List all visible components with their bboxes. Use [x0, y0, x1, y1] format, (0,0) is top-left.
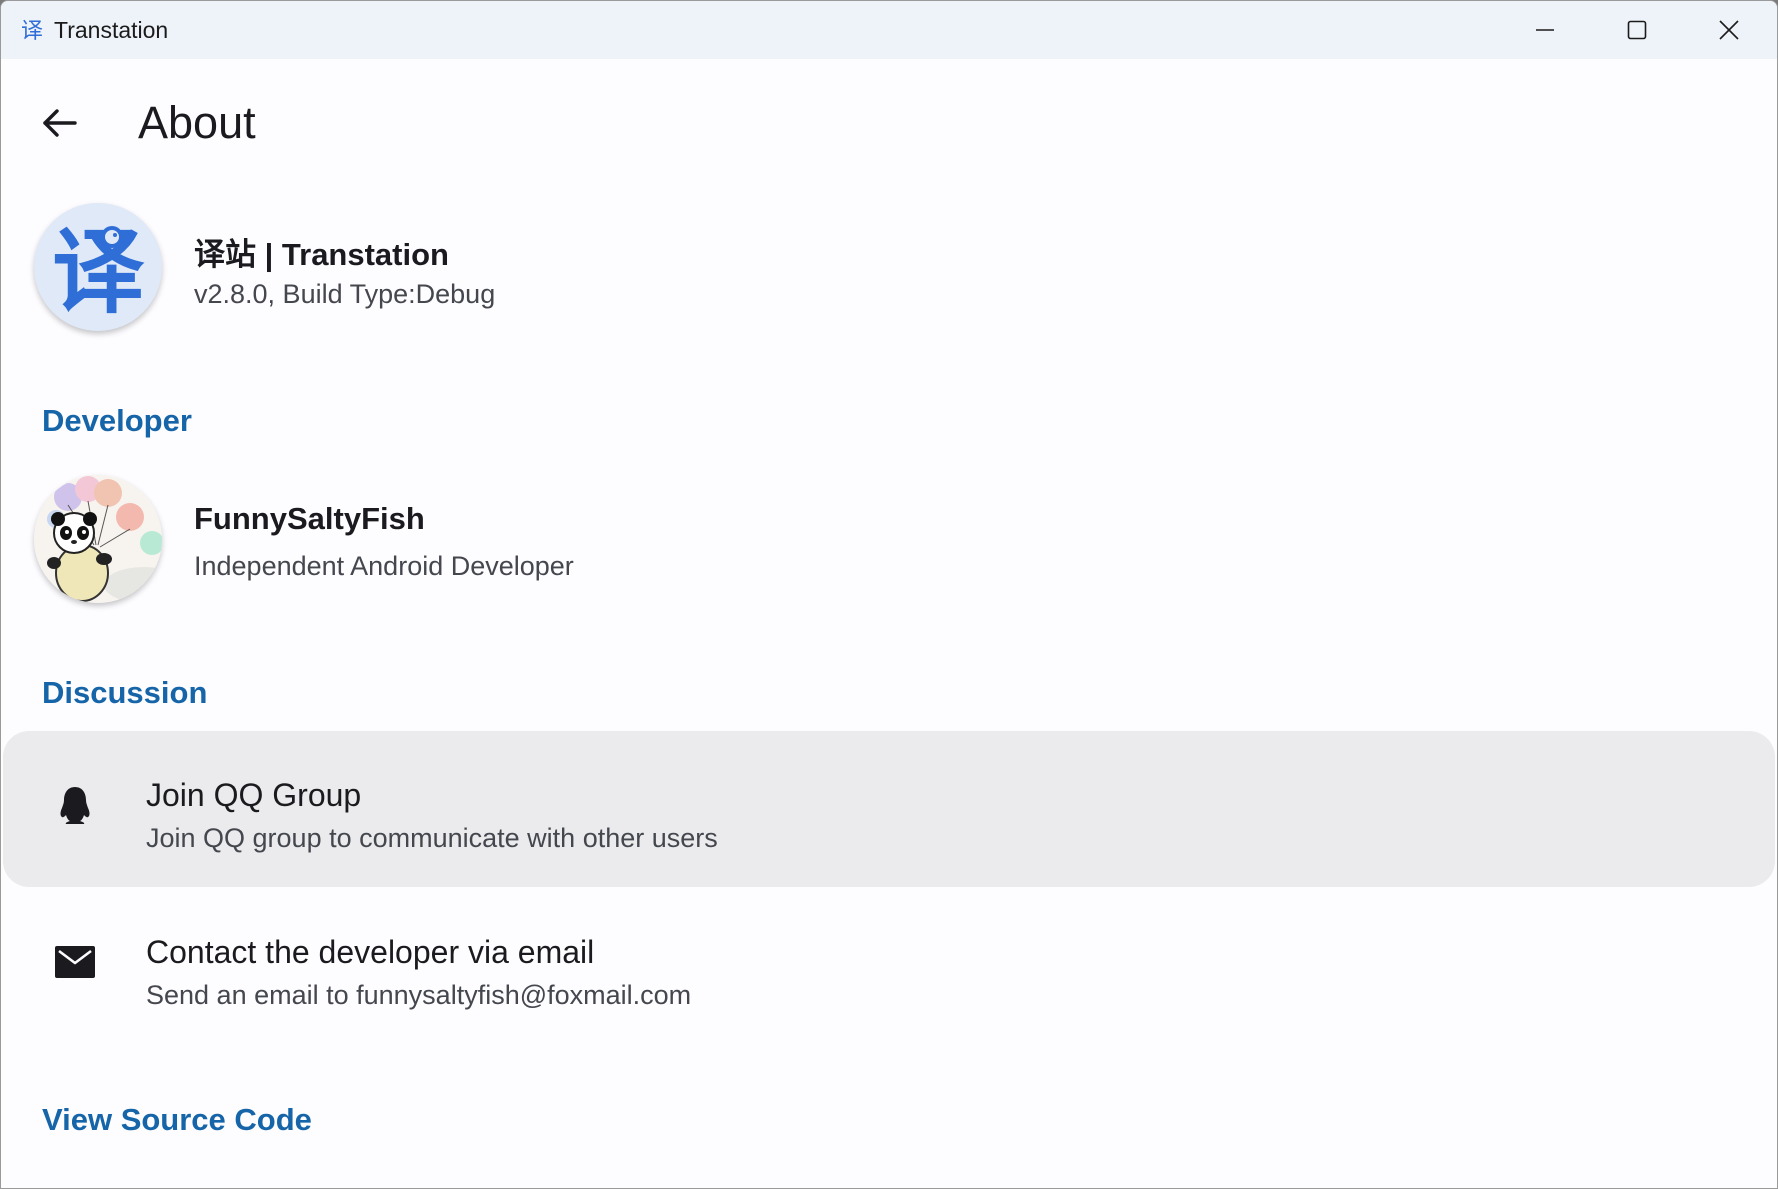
app-window: 译 Transtation About 译 译站 | Transtation v… — [0, 0, 1778, 1189]
developer-description: Independent Android Developer — [194, 551, 574, 581]
close-button[interactable] — [1683, 1, 1775, 59]
join-qq-group-item[interactable]: Join QQ Group Join QQ group to communica… — [3, 731, 1775, 887]
list-item-title: Contact the developer via email — [146, 934, 595, 970]
list-item-subtitle: Send an email to funnysaltyfish@foxmail.… — [146, 980, 692, 1010]
email-icon — [53, 940, 97, 984]
list-item-title: Join QQ Group — [146, 777, 362, 813]
view-source-code-link[interactable]: View Source Code — [42, 1102, 312, 1138]
contact-email-item[interactable]: Contact the developer via email Send an … — [3, 888, 1775, 1044]
maximize-button[interactable] — [1591, 1, 1683, 59]
minimize-button[interactable] — [1499, 1, 1591, 59]
page-title: About — [138, 97, 256, 148]
app-logo: 译 — [34, 203, 162, 331]
qq-penguin-icon — [53, 783, 97, 827]
app-name: 译站 | Transtation — [194, 237, 449, 272]
developer-avatar[interactable] — [34, 475, 162, 603]
app-version: v2.8.0, Build Type:Debug — [194, 279, 496, 309]
list-item-subtitle: Join QQ group to communicate with other … — [146, 823, 718, 853]
title-bar[interactable]: 译 Transtation — [1, 1, 1777, 59]
app-logo-icon: 译 — [21, 19, 43, 43]
app-logo-glyph: 译 — [21, 19, 43, 43]
back-button[interactable] — [33, 97, 85, 149]
window-title: Transtation — [54, 17, 169, 43]
developer-section-title: Developer — [42, 403, 192, 438]
translate-logo-icon: 译 — [52, 219, 145, 326]
maximize-icon — [1627, 20, 1647, 40]
discussion-section-title: Discussion — [42, 675, 208, 710]
developer-name: FunnySaltyFish — [194, 501, 425, 536]
minimize-icon — [1536, 29, 1554, 31]
arrow-back-icon — [43, 109, 77, 137]
logo-glyph: 译 — [52, 219, 145, 326]
close-icon — [1719, 20, 1739, 40]
panda-balloons-avatar — [34, 475, 162, 603]
